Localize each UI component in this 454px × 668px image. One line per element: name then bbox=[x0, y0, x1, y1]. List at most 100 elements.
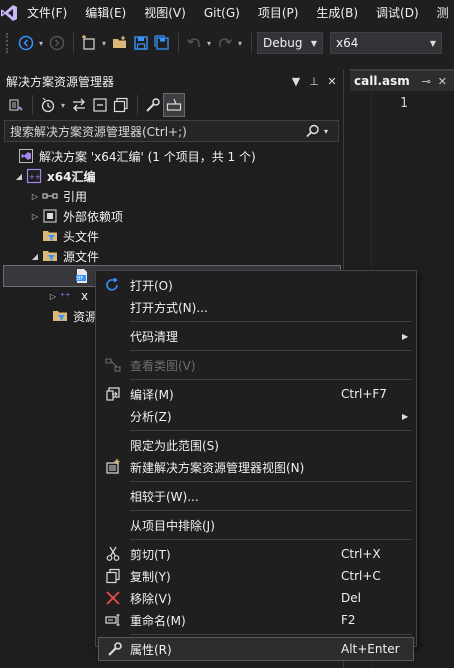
menu-bar: 文件(F) 编辑(E) 视图(V) Git(G) 项目(P) 生成(B) 调试(… bbox=[0, 0, 454, 26]
menu-debug[interactable]: 调试(D) bbox=[367, 0, 428, 26]
close-icon[interactable]: ✕ bbox=[325, 75, 339, 88]
save-all-icon[interactable] bbox=[152, 32, 172, 54]
solution-explorer-search-input[interactable]: 搜索解决方案资源管理器(Ctrl+;) ▾ bbox=[4, 120, 339, 142]
properties-wrench-icon[interactable] bbox=[143, 94, 163, 116]
undo-dropdown-icon[interactable]: ▾ bbox=[205, 32, 213, 54]
menu-item-shortcut: Ctrl+X bbox=[341, 547, 381, 561]
visual-studio-logo-icon[interactable] bbox=[0, 0, 18, 26]
undo-icon[interactable] bbox=[184, 32, 204, 54]
pin-tab-icon[interactable]: ⊸ bbox=[422, 75, 431, 88]
preview-selected-items-icon[interactable] bbox=[163, 93, 185, 117]
pending-changes-filter-icon[interactable] bbox=[38, 94, 58, 116]
collapsed-chevron-icon[interactable]: ▷ bbox=[28, 212, 42, 221]
tree-item-header-files[interactable]: 头文件 bbox=[0, 226, 343, 246]
tree-item-label: 外部依赖项 bbox=[63, 209, 124, 224]
collapsed-chevron-icon[interactable]: ▷ bbox=[28, 192, 42, 201]
tree-item-references[interactable]: ▷ 引用 bbox=[0, 186, 343, 206]
menu-item-new-explorer-view[interactable]: 新建解决方案资源管理器视图(N) bbox=[96, 456, 416, 478]
menu-file[interactable]: 文件(F) bbox=[18, 0, 76, 26]
remove-x-icon bbox=[96, 590, 130, 606]
switch-views-icon[interactable] bbox=[6, 94, 26, 116]
wrench-icon bbox=[99, 641, 130, 657]
solution-icon bbox=[18, 148, 34, 164]
filter-dropdown-icon[interactable]: ▾ bbox=[59, 94, 67, 116]
collapse-all-icon[interactable] bbox=[90, 94, 110, 116]
menu-item-open-with[interactable]: 打开方式(N)... bbox=[96, 296, 416, 318]
tree-item-solution[interactable]: 解决方案 'x64汇编' (1 个项目，共 1 个) bbox=[0, 146, 343, 166]
window-options-chevron-icon[interactable]: ▼ bbox=[289, 75, 303, 88]
save-icon[interactable] bbox=[131, 32, 151, 54]
menu-item-analyze[interactable]: 分析(Z) ▶ bbox=[96, 405, 416, 427]
tree-item-external-dependencies[interactable]: ▷ 外部依赖项 bbox=[0, 206, 343, 226]
menu-separator bbox=[130, 539, 412, 540]
navigate-forward-icon[interactable] bbox=[47, 32, 67, 54]
menu-item-copy[interactable]: 复制(Y) Ctrl+C bbox=[96, 565, 416, 587]
menu-git[interactable]: Git(G) bbox=[195, 0, 249, 26]
menu-item-view-class-diagram[interactable]: 查看类图(V) bbox=[96, 354, 416, 376]
menu-item-label: 剪切(T) bbox=[130, 547, 171, 562]
context-menu: 打开(O) 打开方式(N)... 代码清理 ▶ 查看类图(V) 编译(M) Ct… bbox=[95, 270, 417, 661]
toolbar-separator bbox=[251, 33, 252, 53]
menu-item-shortcut: Ctrl+C bbox=[341, 569, 381, 583]
toolbar-separator bbox=[73, 33, 74, 53]
menu-item-properties[interactable]: 属性(R) Alt+Enter bbox=[98, 637, 414, 661]
references-icon bbox=[42, 188, 58, 204]
menu-item-exclude-from-project[interactable]: 从项目中排除(J) bbox=[96, 514, 416, 536]
menu-test[interactable]: 测 bbox=[428, 0, 454, 26]
scissors-icon bbox=[96, 546, 130, 562]
expanded-chevron-icon[interactable]: ◢ bbox=[12, 172, 26, 181]
tree-item-label: 引用 bbox=[63, 189, 88, 204]
menu-separator bbox=[130, 510, 412, 511]
redo-dropdown-icon[interactable]: ▾ bbox=[236, 32, 244, 54]
toolbar-grip[interactable] bbox=[6, 33, 10, 53]
line-number: 1 bbox=[400, 96, 408, 111]
solution-configuration-dropdown[interactable]: Debug ▼ bbox=[257, 32, 323, 54]
search-icon[interactable] bbox=[306, 124, 324, 138]
redo-icon[interactable] bbox=[215, 32, 235, 54]
menu-item-compare-with[interactable]: 相较于(W)... bbox=[96, 485, 416, 507]
menu-item-label: 打开(O) bbox=[130, 278, 173, 293]
collapsed-chevron-icon[interactable]: ▷ bbox=[46, 292, 60, 301]
submenu-arrow-icon: ▶ bbox=[402, 411, 409, 421]
menu-item-remove[interactable]: 移除(V) Del bbox=[96, 587, 416, 609]
search-options-chevron-icon[interactable]: ▾ bbox=[324, 127, 338, 136]
menu-project[interactable]: 项目(P) bbox=[249, 0, 308, 26]
menu-item-label: 新建解决方案资源管理器视图(N) bbox=[130, 460, 305, 475]
menu-item-cut[interactable]: 剪切(T) Ctrl+X bbox=[96, 543, 416, 565]
menu-item-compile[interactable]: 编译(M) Ctrl+F7 bbox=[96, 383, 416, 405]
new-project-icon[interactable] bbox=[79, 32, 99, 54]
menu-separator bbox=[130, 350, 412, 351]
menu-item-code-cleanup[interactable]: 代码清理 ▶ bbox=[96, 325, 416, 347]
open-folder-icon[interactable] bbox=[110, 32, 130, 54]
menu-view[interactable]: 视图(V) bbox=[135, 0, 195, 26]
close-tab-icon[interactable]: ✕ bbox=[438, 75, 447, 88]
editor-tab[interactable]: call.asm ⊸ ✕ bbox=[350, 69, 454, 91]
menu-item-label: 查看类图(V) bbox=[130, 358, 196, 373]
menu-item-label: 从项目中排除(J) bbox=[130, 518, 215, 533]
pin-icon[interactable]: ⊥ bbox=[307, 75, 321, 88]
new-project-dropdown-icon[interactable]: ▾ bbox=[100, 32, 108, 54]
menu-item-label: 重命名(M) bbox=[130, 613, 186, 628]
solution-platform-dropdown[interactable]: x64 ▼ bbox=[330, 32, 442, 54]
svg-text:BF: BF bbox=[77, 276, 83, 282]
menu-item-shortcut: Ctrl+F7 bbox=[341, 387, 387, 401]
configuration-value: Debug bbox=[263, 36, 303, 50]
menu-item-open[interactable]: 打开(O) bbox=[96, 274, 416, 296]
menu-item-scope-to-this[interactable]: 限定为此范围(S) bbox=[96, 434, 416, 456]
tree-item-label: 源文件 bbox=[63, 249, 100, 264]
svg-text:⁺⁺: ⁺⁺ bbox=[60, 292, 71, 303]
tree-item-project[interactable]: ◢ ++ x64汇编 bbox=[0, 166, 343, 186]
menu-item-shortcut: Alt+Enter bbox=[341, 642, 400, 656]
expanded-chevron-icon[interactable]: ◢ bbox=[28, 252, 42, 261]
menu-item-rename[interactable]: 重命名(M) F2 bbox=[96, 609, 416, 631]
menu-edit[interactable]: 编辑(E) bbox=[76, 0, 135, 26]
show-all-files-icon[interactable] bbox=[111, 94, 131, 116]
sync-with-active-document-icon[interactable] bbox=[69, 94, 89, 116]
external-dependencies-icon bbox=[42, 208, 58, 224]
platform-value: x64 bbox=[336, 36, 359, 50]
tree-item-source-files[interactable]: ◢ 源文件 bbox=[0, 246, 343, 266]
navigate-back-dropdown-icon[interactable]: ▾ bbox=[37, 32, 45, 54]
menu-build[interactable]: 生成(B) bbox=[307, 0, 367, 26]
editor-tab-label: call.asm bbox=[354, 74, 410, 88]
navigate-back-icon[interactable] bbox=[16, 32, 36, 54]
